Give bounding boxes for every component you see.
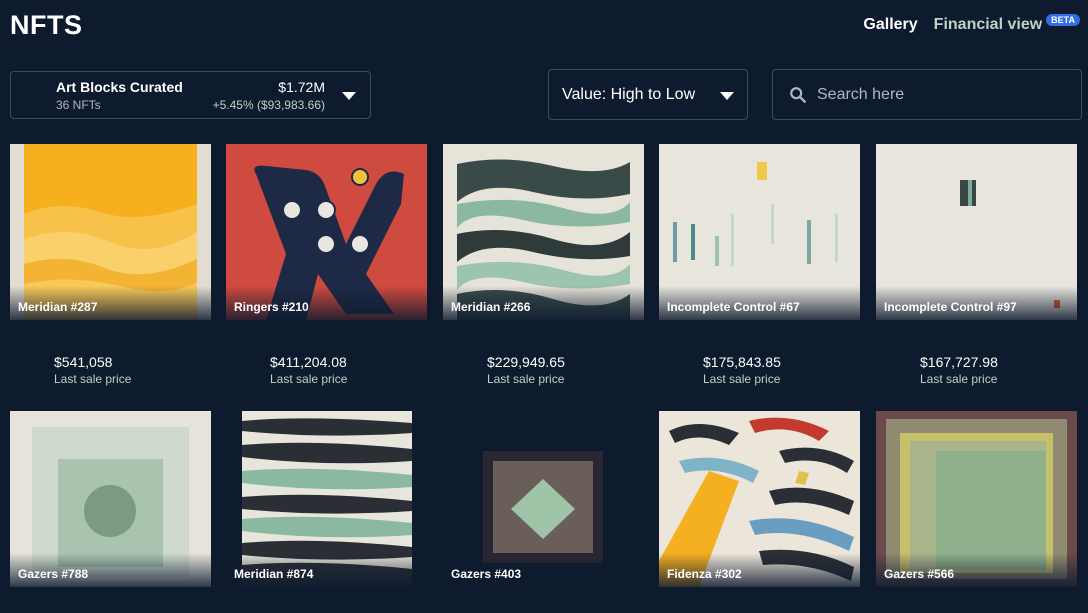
nft-price-label: Last sale price [703,372,781,386]
nav-financial-view-link[interactable]: Financial view BETA [933,14,1080,34]
nft-price-label: Last sale price [270,372,348,386]
search-input[interactable] [817,85,1067,104]
sort-label: Value: High to Low [562,86,696,103]
nft-title: Fidenza #302 [667,567,742,581]
nft-thumbnail: Fidenza #302 [659,411,860,587]
nft-title: Incomplete Control #67 [667,300,800,314]
nft-thumbnail: Meridian #287 [10,144,211,320]
nft-card-fidenza-302[interactable]: Fidenza #302 [659,411,860,587]
nft-card-gazers-566[interactable]: Gazers #566 [876,411,1077,587]
nft-title: Ringers #210 [234,300,309,314]
nft-price-label: Last sale price [54,372,132,386]
nft-card-meridian-266[interactable]: Meridian #266 $229,949.65 Last sale pric… [443,144,644,386]
nft-card-gazers-788[interactable]: Gazers #788 [10,411,211,587]
nft-thumbnail: Meridian #266 [443,144,644,320]
nft-price: $541,058 [54,354,113,370]
nft-thumbnail: Incomplete Control #97 [876,144,1077,320]
nft-title: Gazers #788 [18,567,89,581]
chevron-down-icon [342,92,356,100]
nft-title: Meridian #287 [18,300,98,314]
nft-card-incomplete-control-67[interactable]: Incomplete Control #67 $175,843.85 Last … [659,144,860,386]
chevron-down-icon [720,92,734,100]
nav-financial-label: Financial view [933,16,1043,33]
nft-price-label: Last sale price [920,372,998,386]
nft-thumbnail: Incomplete Control #67 [659,144,860,320]
nav-gallery-link[interactable]: Gallery [863,16,917,34]
nft-price-label: Last sale price [487,372,565,386]
nft-card-incomplete-control-97[interactable]: Incomplete Control #97 $167,727.98 Last … [876,144,1077,386]
nft-title: Gazers #403 [451,567,522,581]
nft-thumbnail: Ringers #210 [226,144,427,320]
nft-thumbnail: Gazers #403 [443,411,644,587]
nft-price: $229,949.65 [487,354,565,370]
beta-badge: BETA [1046,14,1080,26]
nft-card-meridian-874[interactable]: Meridian #874 [226,411,427,587]
collection-count: 36 NFTs [56,98,101,112]
nft-thumbnail: Gazers #788 [10,411,211,587]
collection-value: $1.72M [278,79,325,95]
nft-card-gazers-403[interactable]: Gazers #403 [443,411,644,587]
collection-name: Art Blocks Curated [56,79,183,95]
search-box[interactable] [772,69,1082,120]
view-nav: Gallery Financial view BETA [863,14,1080,34]
nft-title: Gazers #566 [884,567,955,581]
nft-title: Incomplete Control #97 [884,300,1017,314]
sort-dropdown[interactable]: Value: High to Low [548,69,748,120]
nft-price: $411,204.08 [270,354,347,370]
nft-title: Meridian #266 [451,300,531,314]
nft-price: $175,843.85 [703,354,781,370]
nft-thumbnail: Gazers #566 [876,411,1077,587]
nft-thumbnail: Meridian #874 [226,411,427,587]
search-icon [790,86,806,103]
collection-dropdown[interactable]: Art Blocks Curated 36 NFTs $1.72M +5.45%… [10,71,371,119]
nft-title: Meridian #874 [234,567,314,581]
nft-price: $167,727.98 [920,354,998,370]
page-title: NFTS [10,10,83,40]
collection-change: +5.45% ($93,983.66) [212,98,325,112]
nft-card-ringers-210[interactable]: Ringers #210 $411,204.08 Last sale price [226,144,427,386]
nft-card-meridian-287[interactable]: Meridian #287 $541,058 Last sale price [10,144,211,386]
